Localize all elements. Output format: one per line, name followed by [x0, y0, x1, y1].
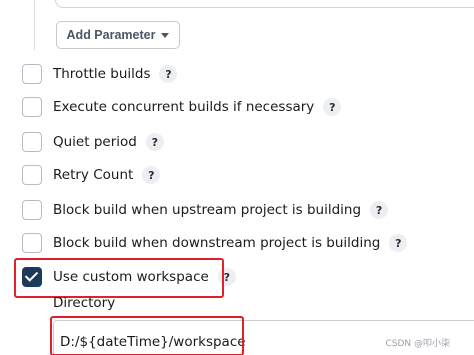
option-label: Retry Count [53, 167, 134, 183]
highlight-box-custom-workspace [14, 258, 224, 298]
watermark: CSDN @叩小柒 [385, 339, 450, 349]
checkbox[interactable] [22, 97, 42, 117]
option-label: Execute concurrent builds if necessary [53, 99, 315, 115]
caret-down-icon [161, 33, 170, 38]
highlight-box-directory [50, 316, 244, 355]
checkbox[interactable] [22, 165, 42, 185]
section-divider [34, 0, 35, 50]
option-retry-count[interactable]: Retry Count ? [22, 163, 161, 187]
help-icon[interactable]: ? [159, 65, 178, 83]
option-throttle-builds[interactable]: Throttle builds ? [22, 62, 178, 86]
add-parameter-button[interactable]: Add Parameter [56, 21, 180, 49]
option-label: Quiet period [53, 134, 137, 150]
option-label: Block build when upstream project is bui… [53, 202, 362, 218]
add-parameter-label: Add Parameter [66, 28, 156, 42]
option-block-upstream[interactable]: Block build when upstream project is bui… [22, 198, 389, 222]
page: Add Parameter Throttle builds ? Execute … [0, 0, 474, 355]
checkbox[interactable] [22, 132, 42, 152]
option-block-downstream[interactable]: Block build when downstream project is b… [22, 231, 408, 255]
help-icon[interactable]: ? [323, 98, 342, 116]
parameter-panel [55, 0, 474, 8]
help-icon[interactable]: ? [370, 201, 389, 219]
help-icon[interactable]: ? [145, 133, 164, 151]
option-quiet-period[interactable]: Quiet period ? [22, 130, 164, 154]
checkbox[interactable] [22, 200, 42, 220]
help-icon[interactable]: ? [389, 234, 408, 252]
directory-label: Directory [53, 295, 116, 311]
option-execute-concurrent-builds[interactable]: Execute concurrent builds if necessary ? [22, 95, 342, 119]
help-icon[interactable]: ? [142, 166, 161, 184]
option-label: Block build when downstream project is b… [53, 235, 381, 251]
option-label: Throttle builds [53, 66, 151, 82]
checkbox[interactable] [22, 64, 42, 84]
checkbox[interactable] [22, 233, 42, 253]
